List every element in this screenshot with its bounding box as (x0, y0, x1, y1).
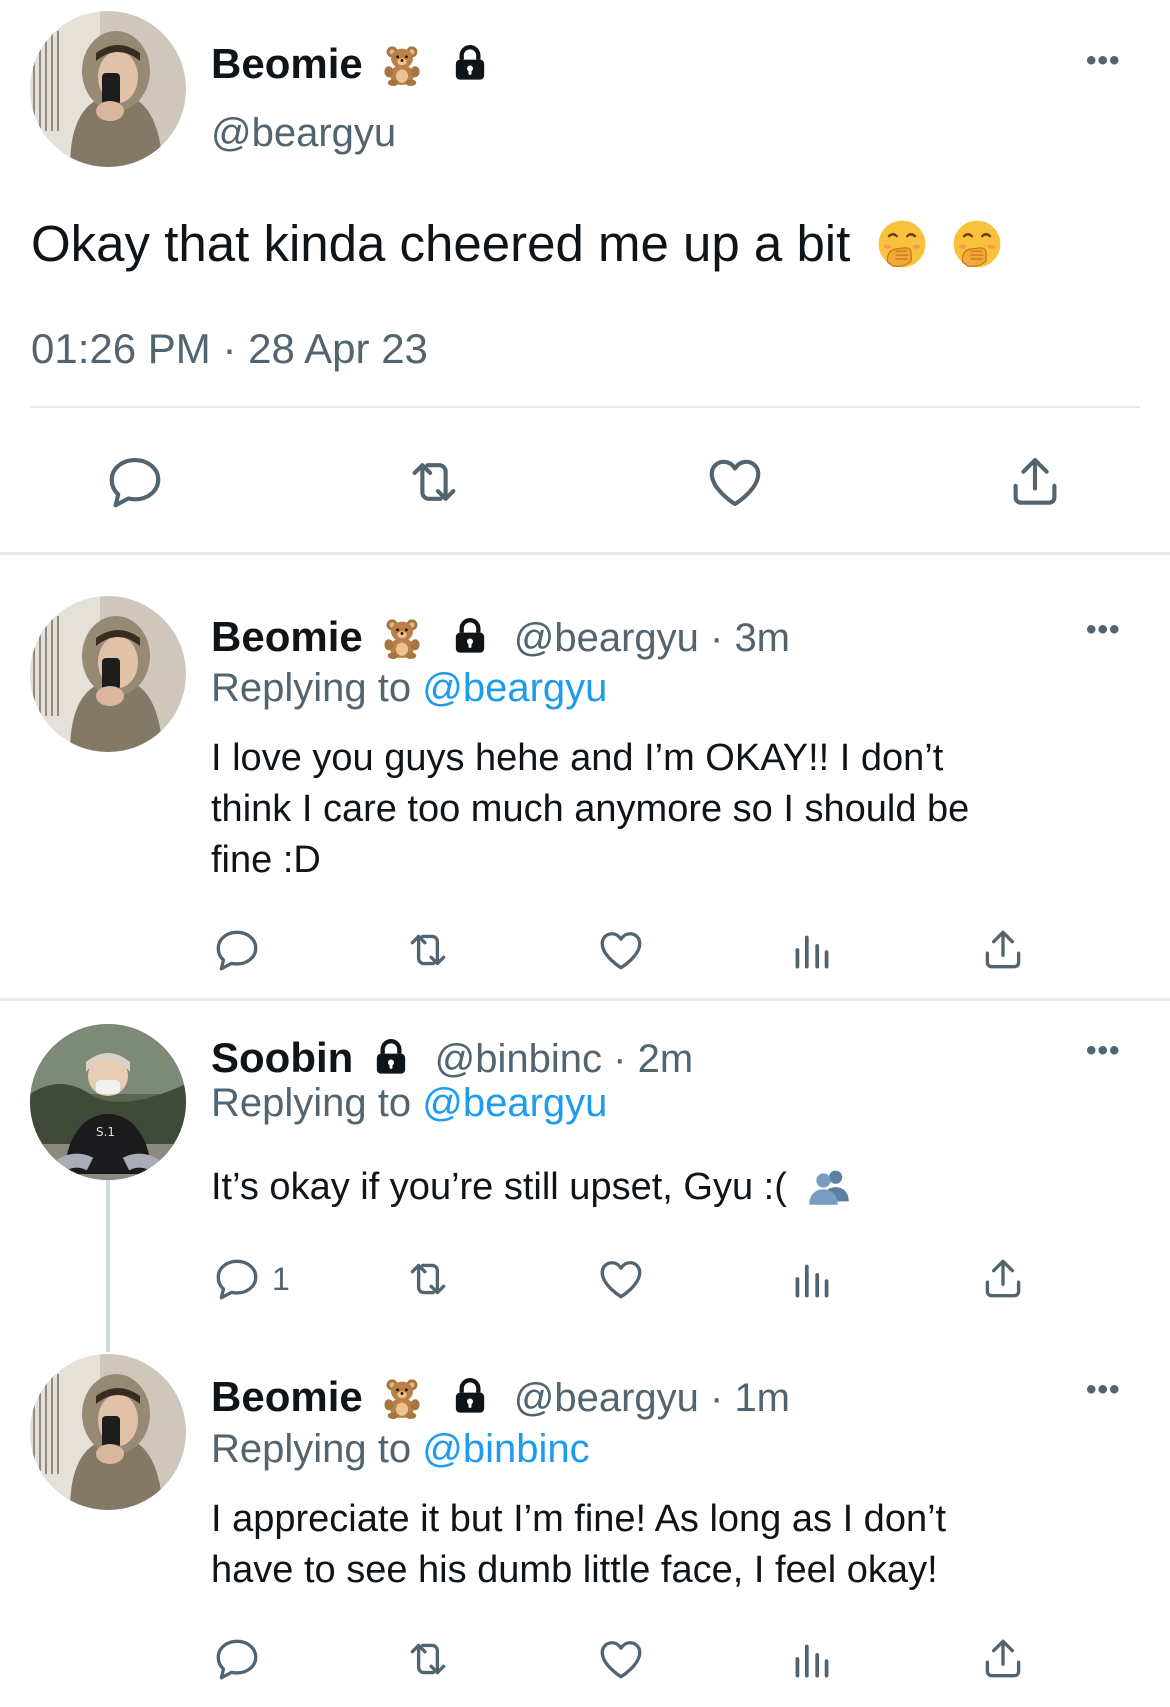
share-icon (978, 1634, 1028, 1684)
tweet-text: It’s okay if you’re still upset, Gyu :( (211, 1166, 787, 1208)
analytics-button[interactable] (787, 1254, 837, 1304)
busts-in-silhouette-icon (807, 1164, 851, 1208)
tweet-text: I appreciate it but I’m fine! As long as… (211, 1494, 1131, 1596)
retweet-button[interactable] (401, 925, 455, 975)
replying-to: Replying to @beargyu (211, 1081, 607, 1126)
analytics-button[interactable] (787, 925, 837, 975)
reply-count: 1 (272, 1260, 290, 1297)
tweet-text-line: think I care too much anymore so I shoul… (211, 788, 970, 830)
share-button[interactable] (978, 1634, 1028, 1684)
replying-to-link[interactable]: @beargyu (422, 666, 607, 710)
tweet-text-row: It’s okay if you’re still upset, Gyu :( (211, 1162, 851, 1213)
author-handle[interactable]: @binbinc · 2m (435, 1037, 693, 1081)
analytics-icon (787, 1254, 837, 1304)
reply-icon (104, 451, 166, 513)
section-divider (0, 998, 1170, 1001)
replying-to-label: Replying to (211, 666, 412, 710)
retweet-icon (401, 451, 467, 513)
like-button[interactable] (596, 925, 646, 975)
tweet-text: Okay that kinda cheered me up a bit (31, 215, 851, 272)
author-name[interactable]: Beomie (211, 40, 490, 88)
replying-to-label: Replying to (211, 1081, 412, 1125)
tweet-text-line: have to see his dumb little face, I feel… (211, 1549, 938, 1591)
share-button[interactable] (1004, 451, 1066, 513)
tweet-timestamp[interactable]: 01:26 PM · 28 Apr 23 (31, 325, 428, 373)
thread-connector (106, 1180, 110, 1352)
reply-button[interactable] (104, 451, 166, 513)
reply-button[interactable] (212, 925, 262, 975)
reply-icon (212, 1634, 262, 1684)
analytics-icon (787, 925, 837, 975)
tweet-text: I love you guys hehe and I’m OKAY!! I do… (211, 733, 1131, 886)
face-with-hand-over-mouth-icon (951, 218, 1003, 270)
like-icon (596, 925, 646, 975)
retweet-button[interactable] (401, 1254, 455, 1304)
author-name[interactable]: Beomie @beargyu · 1m (211, 1373, 790, 1421)
author-handle[interactable]: @beargyu (211, 111, 396, 156)
teddy-bear-icon (380, 615, 424, 659)
analytics-icon (787, 1634, 837, 1684)
lock-icon (450, 43, 490, 83)
replying-to: Replying to @binbinc (211, 1427, 590, 1472)
like-button[interactable] (596, 1634, 646, 1684)
avatar[interactable] (30, 596, 186, 752)
author-name-text: Beomie (211, 40, 363, 87)
lock-icon (450, 1376, 490, 1416)
retweet-icon (401, 1634, 455, 1684)
avatar[interactable] (30, 1354, 186, 1510)
section-divider (0, 552, 1170, 555)
like-button[interactable] (596, 1254, 646, 1304)
tweet-text-line: I appreciate it but I’m fine! As long as… (211, 1498, 947, 1540)
face-with-hand-over-mouth-icon (876, 218, 928, 270)
lock-icon (450, 616, 490, 656)
author-name[interactable]: Beomie @beargyu · 3m (211, 613, 790, 661)
author-name-text: Beomie (211, 1373, 363, 1420)
avatar[interactable] (30, 11, 186, 167)
share-button[interactable] (978, 925, 1028, 975)
more-options-icon[interactable]: ••• (1086, 613, 1121, 647)
more-options-icon[interactable]: ••• (1086, 44, 1121, 78)
retweet-button[interactable] (401, 451, 467, 513)
reply-icon (212, 925, 262, 975)
retweet-icon (401, 1254, 455, 1304)
like-icon (596, 1634, 646, 1684)
author-handle[interactable]: @beargyu · 1m (514, 1376, 790, 1420)
tweet-text-row: Okay that kinda cheered me up a bit (31, 214, 1003, 274)
like-icon (596, 1254, 646, 1304)
analytics-button[interactable] (787, 1634, 837, 1684)
teddy-bear-icon (380, 1375, 424, 1419)
like-icon (704, 451, 766, 513)
more-options-icon[interactable]: ••• (1086, 1034, 1121, 1068)
replying-to-link[interactable]: @binbinc (422, 1427, 589, 1471)
lock-icon (371, 1037, 411, 1077)
share-icon (978, 1254, 1028, 1304)
more-options-icon[interactable]: ••• (1086, 1373, 1121, 1407)
replying-to-label: Replying to (211, 1427, 412, 1471)
share-button[interactable] (978, 1254, 1028, 1304)
reply-button[interactable] (212, 1634, 262, 1684)
replying-to-link[interactable]: @beargyu (422, 1081, 607, 1125)
reply-icon (212, 1254, 262, 1304)
avatar[interactable]: S.1 (30, 1024, 186, 1180)
retweet-button[interactable] (401, 1634, 455, 1684)
author-handle[interactable]: @beargyu · 3m (514, 616, 790, 660)
reply-button[interactable]: 1 (212, 1254, 290, 1304)
share-icon (1004, 451, 1066, 513)
tweet-text-line: fine :D (211, 839, 321, 881)
author-name-text: Soobin (211, 1034, 354, 1081)
divider (30, 406, 1140, 408)
svg-text:S.1: S.1 (96, 1125, 115, 1139)
share-icon (978, 925, 1028, 975)
replying-to: Replying to @beargyu (211, 666, 607, 711)
author-name-text: Beomie (211, 613, 363, 660)
retweet-icon (401, 925, 455, 975)
like-button[interactable] (704, 451, 766, 513)
author-name[interactable]: Soobin @binbinc · 2m (211, 1034, 693, 1082)
teddy-bear-icon (380, 42, 424, 86)
tweet-text-line: I love you guys hehe and I’m OKAY!! I do… (211, 737, 944, 779)
